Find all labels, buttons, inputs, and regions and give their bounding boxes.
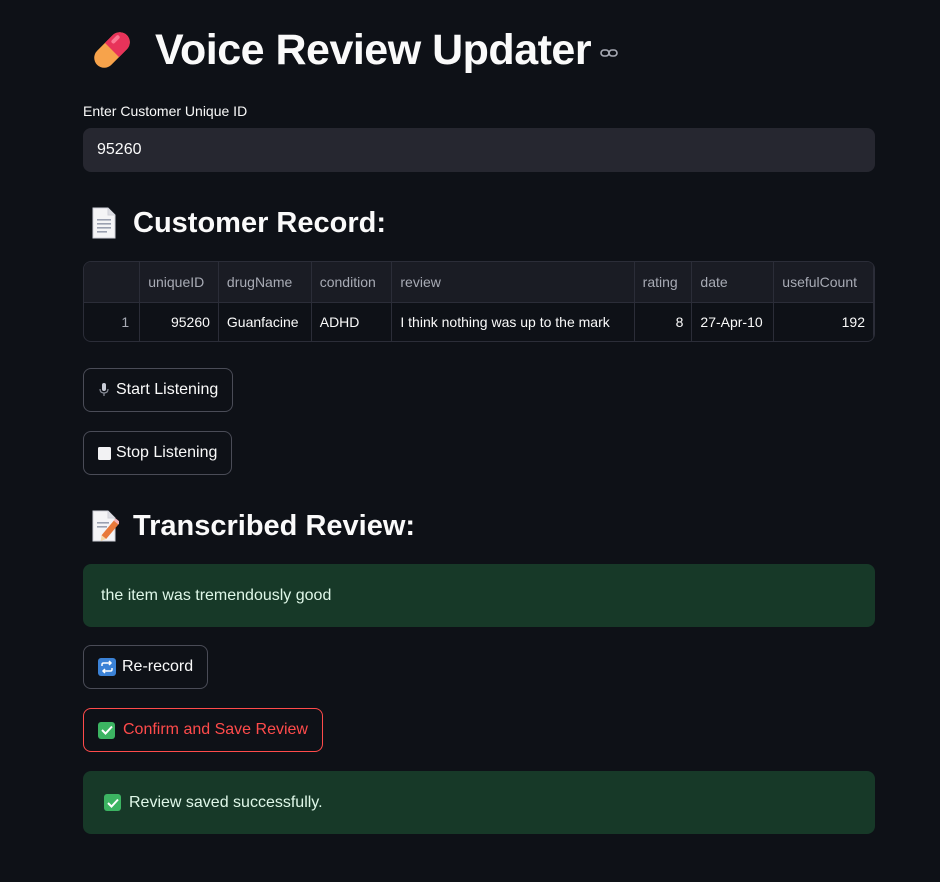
page-title: Voice Review Updater	[155, 25, 592, 74]
transcribed-review-title: Transcribed Review:	[133, 509, 416, 542]
table-cell[interactable]: ADHD	[311, 302, 393, 341]
customer-id-label: Enter Customer Unique ID	[83, 103, 248, 119]
success-alert: Review saved successfully.	[83, 771, 875, 834]
page-title-row: Voice Review Updater	[89, 22, 619, 78]
column-header[interactable]: date	[691, 262, 775, 303]
success-message: Review saved successfully.	[129, 793, 323, 811]
rerecord-label: Re-record	[122, 658, 194, 675]
data-table: uniqueID drugName condition review ratin…	[84, 262, 874, 341]
table-row[interactable]: 1 95260 Guanfacine ADHD I think nothing …	[84, 302, 874, 341]
confirm-save-button[interactable]: Confirm and Save Review	[83, 708, 323, 752]
confirm-save-label: Confirm and Save Review	[123, 721, 308, 738]
column-header[interactable]: drugName	[218, 262, 312, 303]
transcribed-review-header: Transcribed Review:	[89, 506, 415, 546]
start-listening-button[interactable]: Start Listening	[83, 368, 234, 412]
check-mark-icon	[98, 721, 115, 739]
memo-icon	[89, 509, 119, 543]
table-cell[interactable]: Guanfacine	[218, 302, 312, 341]
check-mark-icon	[104, 794, 121, 811]
customer-record-title: Customer Record:	[133, 206, 386, 239]
stop-listening-label: Stop Listening	[116, 444, 218, 461]
column-header[interactable]	[84, 262, 141, 303]
column-header[interactable]: review	[391, 262, 635, 303]
stop-listening-button[interactable]: Stop Listening	[83, 431, 233, 475]
table-cell[interactable]: 8	[634, 302, 693, 341]
stop-icon	[98, 446, 111, 460]
column-header[interactable]: rating	[634, 262, 693, 303]
pill-icon	[89, 27, 135, 73]
table-cell[interactable]: I think nothing was up to the mark	[391, 302, 635, 341]
table-cell[interactable]: 192	[773, 302, 874, 341]
customer-record-header: Customer Record:	[89, 203, 386, 243]
app-root: Voice Review Updater Enter Customer Uniq…	[0, 0, 940, 882]
repeat-icon	[98, 658, 116, 676]
transcribed-text: the item was tremendously good	[101, 586, 332, 604]
link-icon[interactable]	[599, 43, 619, 63]
rerecord-button[interactable]: Re-record	[83, 645, 209, 689]
row-index: 1	[84, 302, 141, 341]
table-cell[interactable]: 95260	[139, 302, 219, 341]
start-listening-label: Start Listening	[116, 381, 219, 398]
table-header-row: uniqueID drugName condition review ratin…	[84, 262, 874, 303]
document-icon	[89, 206, 119, 240]
transcribed-text-box: the item was tremendously good	[83, 564, 875, 627]
table-cell[interactable]: 27-Apr-10	[691, 302, 775, 341]
customer-record-table[interactable]: uniqueID drugName condition review ratin…	[83, 261, 875, 342]
column-header[interactable]: uniqueID	[139, 262, 219, 303]
customer-id-input[interactable]	[83, 128, 875, 172]
column-header[interactable]: usefulCount	[773, 262, 874, 303]
column-header[interactable]: condition	[311, 262, 393, 303]
microphone-icon	[98, 382, 110, 398]
